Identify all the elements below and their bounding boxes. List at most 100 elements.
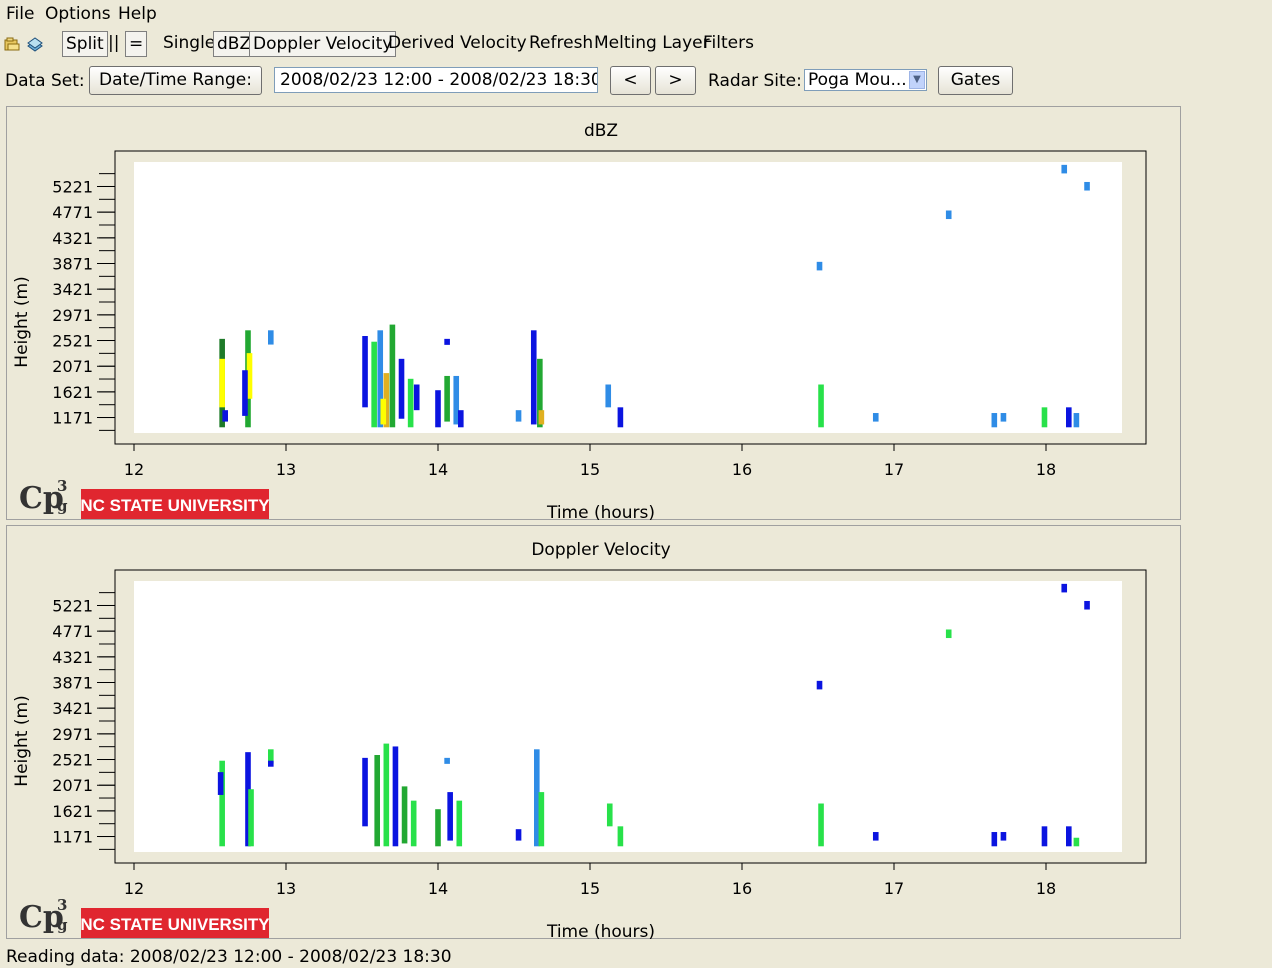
data-cell: [398, 358, 405, 419]
data-cell: [538, 410, 545, 425]
data-cell: [1000, 832, 1007, 841]
data-cell: [1073, 837, 1080, 847]
data-cell: [816, 680, 823, 690]
data-cell: [407, 378, 414, 428]
data-cell: [872, 413, 879, 422]
data-cell: [617, 826, 624, 847]
data-cell: [605, 384, 612, 408]
chevron-down-icon[interactable]: ▼: [909, 71, 925, 89]
x-tick-label: 15: [580, 460, 600, 479]
x-tick-label: 14: [428, 879, 448, 898]
y-tick-label: 3871: [52, 673, 93, 692]
data-cell: [816, 261, 823, 271]
data-cell: [222, 410, 228, 422]
side-by-side-button[interactable]: ||: [108, 33, 119, 53]
plot-area: [134, 162, 1122, 433]
data-cell: [606, 803, 613, 827]
data-cell: [248, 789, 254, 847]
derived-velocity-button[interactable]: Derived Velocity: [388, 33, 527, 53]
data-cell: [945, 629, 952, 639]
x-tick-label: 12: [124, 879, 144, 898]
x-tick-label: 14: [428, 460, 448, 479]
dataset-row: Data Set: Date/Time Range: 2008/02/23 12…: [0, 64, 1272, 98]
radar-site-value: Poga Mou...: [808, 70, 907, 90]
x-tick-label: 15: [580, 879, 600, 898]
data-cell: [1066, 407, 1072, 428]
y-tick-label: 1171: [52, 828, 93, 847]
y-axis-label: Height (m): [12, 276, 32, 367]
y-tick-label: 4771: [52, 622, 93, 641]
dbz-panel: dBZ Time (hours) Height (m) 12 13 14 15 16 17 18 1…: [6, 106, 1181, 521]
x-tick-label: 16: [732, 460, 752, 479]
radar-site-label: Radar Site:: [708, 71, 802, 91]
data-cell: [435, 390, 441, 428]
data-cell: [617, 407, 624, 428]
refresh-button[interactable]: Refresh: [529, 33, 593, 53]
toolbar: Split || = Single dBZ Doppler Velocity D…: [0, 30, 1272, 60]
single-button[interactable]: Single: [163, 33, 215, 53]
x-tick-label: 13: [276, 460, 296, 479]
doppler-panel: Doppler Velocity Time (hours) Height (m) 12…: [6, 525, 1181, 940]
data-cell: [991, 413, 998, 428]
filters-button[interactable]: Filters: [703, 33, 754, 53]
y-tick-label: 2971: [52, 306, 93, 325]
y-tick-label: 5221: [52, 596, 93, 615]
x-tick-label: 13: [276, 879, 296, 898]
x-tick-label: 18: [1036, 879, 1056, 898]
menu-help[interactable]: Help: [118, 4, 157, 24]
data-cell: [380, 398, 387, 425]
data-cell: [1066, 826, 1072, 847]
data-cell: [530, 330, 537, 425]
cp3g-logo-sub: g: [57, 497, 68, 515]
y-tick-label: 2521: [52, 332, 93, 351]
folder-open-icon[interactable]: [4, 36, 20, 52]
prev-button[interactable]: <: [610, 66, 651, 95]
dataset-label: Data Set:: [5, 71, 85, 91]
x-tick-label: 18: [1036, 460, 1056, 479]
data-cell: [217, 772, 224, 795]
data-cell: [242, 370, 248, 416]
data-cell: [410, 800, 417, 847]
data-cell: [872, 832, 879, 841]
cp3g-logo-sub: g: [57, 916, 68, 934]
stacked-button[interactable]: =: [125, 31, 148, 57]
chart-title: Doppler Velocity: [531, 540, 670, 560]
data-cell: [392, 746, 399, 847]
split-button[interactable]: Split: [62, 31, 108, 57]
melting-layer-button[interactable]: Melting Layer: [594, 33, 710, 53]
menu-file[interactable]: File: [6, 4, 34, 24]
data-cell: [362, 757, 368, 827]
x-tick-label: 16: [732, 879, 752, 898]
doppler-chart: Doppler Velocity Time (hours) Height (m) 12…: [12, 540, 1147, 940]
status-text: Reading data: 2008/02/23 12:00 - 2008/02…: [6, 947, 452, 967]
data-cell: [362, 336, 368, 408]
y-tick-label: 4321: [52, 229, 93, 248]
date-range-field[interactable]: 2008/02/23 12:00 - 2008/02/23 18:30: [274, 67, 598, 93]
y-tick-label: 3421: [52, 699, 93, 718]
menu-options[interactable]: Options: [45, 4, 111, 24]
data-cell: [1000, 413, 1007, 422]
data-cell: [374, 755, 380, 847]
dbz-chart: dBZ Time (hours) Height (m) 12 13 14 15 16 17 18 1…: [12, 121, 1147, 521]
data-cell: [818, 384, 824, 428]
data-cell: [219, 358, 225, 408]
ncsu-logo: NC STATE UNIVERSITY: [80, 496, 270, 515]
radar-site-select[interactable]: Poga Mou... ▼: [804, 69, 927, 91]
data-cell: [1084, 181, 1090, 191]
data-cell: [515, 829, 522, 841]
y-axis-label: Height (m): [12, 695, 32, 786]
doppler-velocity-toggle[interactable]: Doppler Velocity: [249, 31, 397, 57]
data-cell: [1084, 600, 1090, 610]
next-button[interactable]: >: [655, 66, 696, 95]
data-cell: [818, 803, 824, 847]
y-tick-label: 4771: [52, 203, 93, 222]
x-tick-label: 12: [124, 460, 144, 479]
date-time-range-button[interactable]: Date/Time Range:: [89, 66, 262, 95]
data-cell: [1073, 413, 1080, 428]
gates-button[interactable]: Gates: [938, 66, 1013, 95]
y-tick-label: 5221: [52, 177, 93, 196]
data-cell: [383, 743, 390, 847]
y-tick-label: 2071: [52, 776, 93, 795]
book-icon[interactable]: [27, 36, 43, 52]
y-tick-label: 3871: [52, 254, 93, 273]
